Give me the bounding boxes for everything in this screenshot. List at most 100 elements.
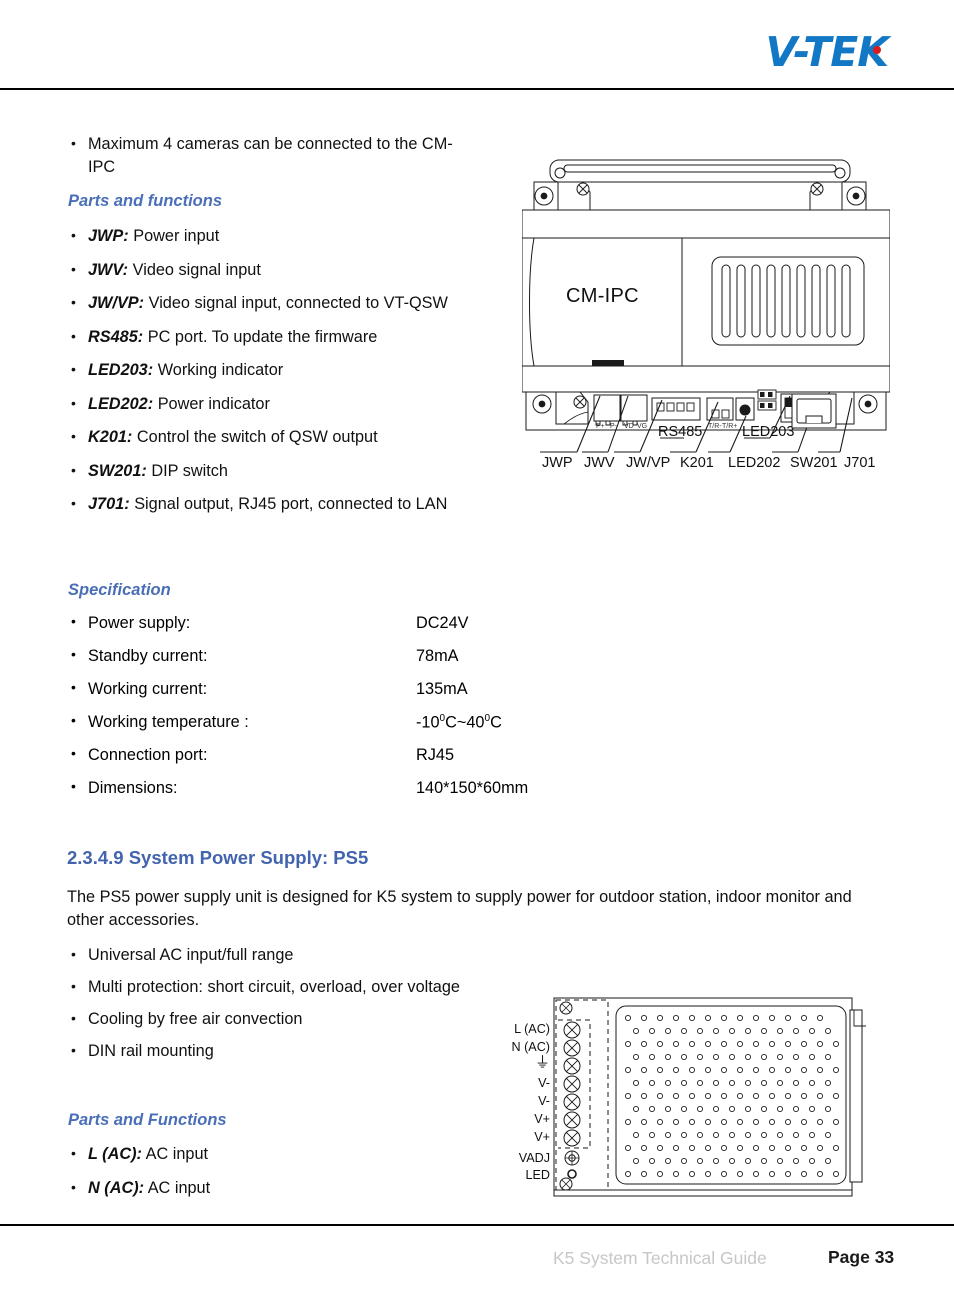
part-term: RS485: xyxy=(88,327,144,346)
cmipc-intro-list-block: Maximum 4 cameras can be connected to th… xyxy=(66,132,466,179)
ps5-terminal-label-v-plus-1: V+ xyxy=(534,1112,550,1126)
part-desc: Power input xyxy=(133,227,220,245)
callout-jwp: JWP xyxy=(542,455,573,471)
callout-k201: K201 xyxy=(680,455,714,471)
spec-label: Standby current: xyxy=(88,647,208,665)
ps5-parts-list-block: L (AC): AC input N (AC): AC input xyxy=(66,1142,466,1210)
spec-value: 140*150*60mm xyxy=(416,779,529,797)
part-term: L (AC): xyxy=(88,1145,142,1163)
part-term: K201: xyxy=(88,428,133,446)
terminal-label-p-minus: P- xyxy=(610,423,617,430)
ps5-device-diagram: L (AC) N (AC) ⏚ V- V- V+ V+ VADJ LED xyxy=(498,992,898,1204)
ps5-parts-list: L (AC): AC input N (AC): AC input xyxy=(66,1142,466,1200)
part-desc: PC port. To update the firmware xyxy=(147,327,378,346)
part-desc: DIP switch xyxy=(151,461,228,480)
ps5-terminal-label-vadj: VADJ xyxy=(518,1151,550,1165)
footer-guide-title: K5 System Technical Guide xyxy=(553,1248,767,1268)
logo-red-dot-icon xyxy=(872,46,881,54)
part-desc: Working indicator xyxy=(157,361,284,379)
list-item: JWV: Video signal input xyxy=(66,258,486,282)
part-term: N (AC): xyxy=(88,1178,145,1197)
parts-and-functions-heading: Parts and functions xyxy=(68,192,223,210)
list-item: Universal AC input/full range xyxy=(66,943,626,967)
ps5-terminal-label-v-minus-1: V- xyxy=(538,1076,550,1090)
callout-j701: J701 xyxy=(844,455,876,471)
spec-value: RJ45 xyxy=(416,746,455,764)
footer-page-number: Page 33 xyxy=(828,1247,895,1267)
spec-value-temperature: -100C~400C xyxy=(416,713,502,732)
part-term: JW/VP: xyxy=(88,294,145,312)
part-desc: Signal output, RJ45 port, connected to L… xyxy=(134,495,448,513)
part-desc: Video signal input xyxy=(132,260,261,279)
list-item: SW201: DIP switch xyxy=(66,459,486,483)
cmipc-parts-list: JWP: Power input JWV: Video signal input… xyxy=(66,224,486,516)
terminal-label-vg: VG xyxy=(637,423,648,430)
ps5-terminal-label-led: LED xyxy=(525,1168,551,1182)
callout-led202: LED202 xyxy=(728,455,781,471)
part-term: LED202: xyxy=(88,394,154,413)
spec-value: DC24V xyxy=(416,614,469,632)
spec-row: Standby current: 78mA xyxy=(66,646,586,680)
cmipc-parts-list-block: JWP: Power input JWV: Video signal input… xyxy=(66,224,486,527)
part-desc: Video signal input, connected to VT-QSW xyxy=(148,294,448,312)
logo-text: V-TEK xyxy=(765,28,889,76)
vtek-logo: V-TEK xyxy=(766,32,889,73)
list-item: N (AC): AC input xyxy=(66,1176,466,1200)
terminal-label-vd: VD xyxy=(624,423,634,430)
callout-jwv: JWV xyxy=(584,455,615,471)
terminal-label-tr-plus: T/R+ xyxy=(722,423,738,430)
list-item: K201: Control the switch of QSW output xyxy=(66,425,486,449)
list-item: RS485: PC port. To update the firmware xyxy=(66,325,486,349)
spec-row: Connection port: RJ45 xyxy=(66,745,586,779)
list-item: L (AC): AC input xyxy=(66,1142,466,1166)
rj45-jack-icon xyxy=(790,392,838,430)
terminal-label-tr-minus: T/R- xyxy=(708,423,722,430)
callout-sw201: SW201 xyxy=(790,455,838,471)
page-header: V-TEK xyxy=(0,0,954,89)
terminal-label-p-plus: P+ xyxy=(596,423,605,430)
list-item-text: Multi protection: short circuit, overloa… xyxy=(88,978,460,996)
ps5-terminal-label-l-ac: L (AC) xyxy=(514,1022,550,1036)
list-item: Maximum 4 cameras can be connected to th… xyxy=(66,132,466,179)
section-heading-ps5: 2.3.4.9 System Power Supply: PS5 xyxy=(67,847,369,868)
part-desc: AC input xyxy=(145,1145,209,1163)
ps5-terminal-label-v-minus-2: V- xyxy=(538,1094,550,1108)
part-term: SW201: xyxy=(88,461,147,480)
callout-jw-vp: JW/VP xyxy=(626,455,671,471)
footer-divider xyxy=(0,1224,954,1226)
spec-value: 78mA xyxy=(416,647,459,665)
spec-label: Connection port: xyxy=(88,746,208,764)
list-item: JWP: Power input xyxy=(66,224,486,248)
part-term: JWP: xyxy=(88,227,129,245)
list-item: LED203: Working indicator xyxy=(66,358,486,382)
cmipc-body-label: CM-IPC xyxy=(566,285,639,307)
part-desc: Power indicator xyxy=(157,394,270,413)
list-item: LED202: Power indicator xyxy=(66,392,486,416)
list-item: J701: Signal output, RJ45 port, connecte… xyxy=(66,492,486,516)
list-item: JW/VP: Video signal input, connected to … xyxy=(66,291,486,315)
part-desc: Control the switch of QSW output xyxy=(136,428,378,446)
spec-row: Power supply: DC24V xyxy=(66,613,586,647)
specification-table: Power supply: DC24V Standby current: 78m… xyxy=(66,613,586,812)
ps5-drawing-svg xyxy=(553,997,866,1197)
callout-led203: LED203 xyxy=(742,424,795,440)
part-desc: AC input xyxy=(147,1178,211,1197)
specification-heading: Specification xyxy=(68,581,171,599)
part-term: LED203: xyxy=(88,361,154,379)
spec-label: Dimensions: xyxy=(88,779,178,797)
list-item-text: DIN rail mounting xyxy=(88,1042,214,1060)
header-divider xyxy=(0,88,954,90)
ps5-terminal-label-v-plus-2: V+ xyxy=(534,1130,550,1144)
part-term: J701: xyxy=(88,495,130,513)
spec-value: 135mA xyxy=(416,680,468,698)
part-term: JWV: xyxy=(88,260,129,279)
ps5-terminal-label-ground-icon: ⏚ xyxy=(534,1054,550,1071)
spec-label: Power supply: xyxy=(88,614,191,632)
ps5-intro-paragraph: The PS5 power supply unit is designed fo… xyxy=(67,888,852,929)
spec-row: Dimensions: 140*150*60mm xyxy=(66,778,586,812)
ps5-terminal-label-n-ac: N (AC) xyxy=(511,1040,550,1054)
list-item-text: Maximum 4 cameras can be connected to th… xyxy=(88,135,453,176)
list-item-text: Cooling by free air convection xyxy=(88,1010,303,1028)
spec-label: Working current: xyxy=(88,680,208,698)
callout-rs485: RS485 xyxy=(658,424,703,440)
